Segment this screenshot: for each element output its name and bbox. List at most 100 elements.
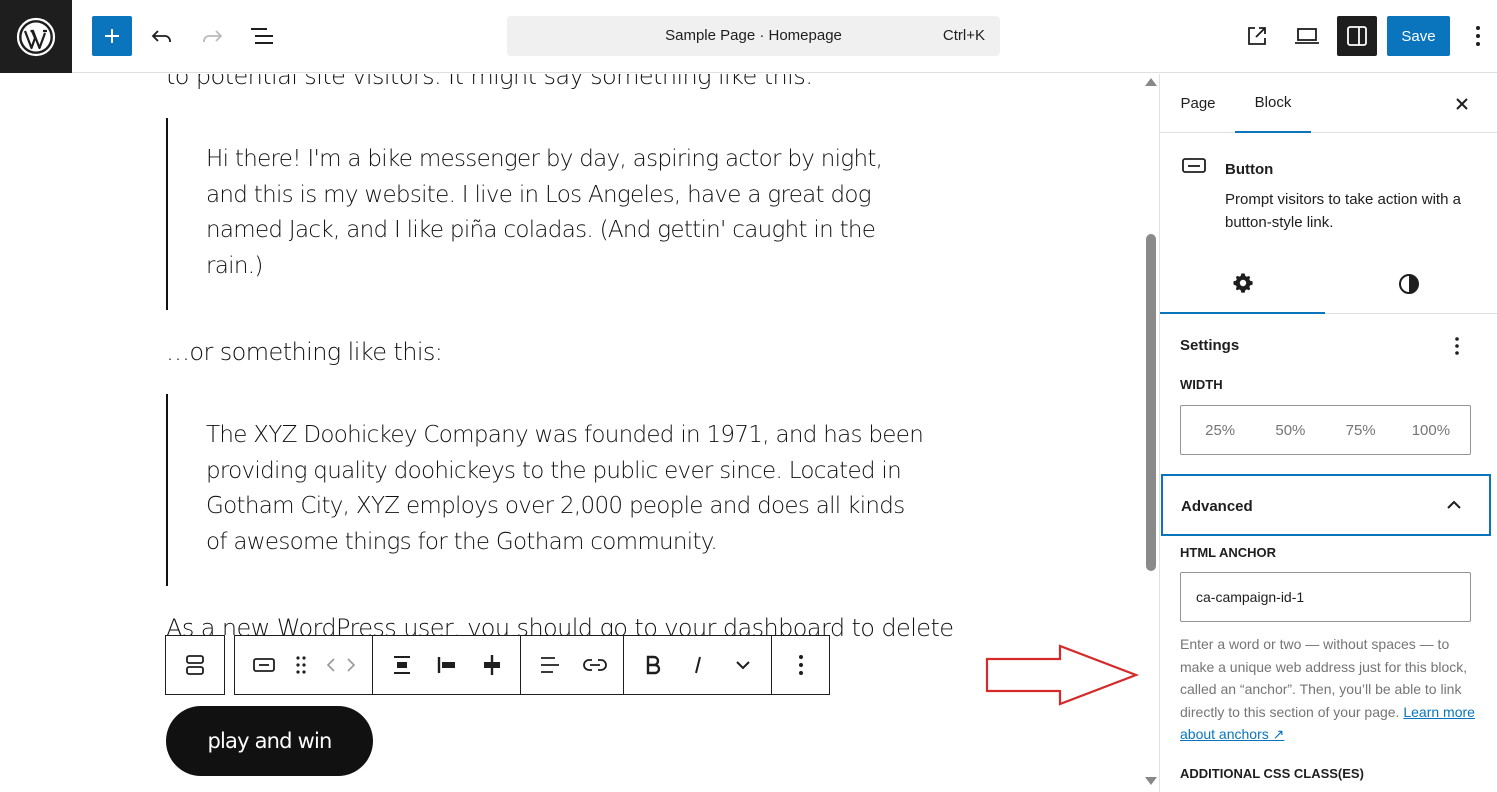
advanced-panel-title: Advanced: [1181, 498, 1253, 515]
quote-line: providing quality doohickeys to the publ…: [206, 457, 902, 484]
html-anchor-label: HTML ANCHOR: [1180, 545, 1277, 560]
scroll-down-arrow[interactable]: [1145, 777, 1157, 785]
save-button[interactable]: Save: [1387, 16, 1450, 56]
list-view-icon: [251, 28, 273, 44]
settings-options-button[interactable]: [1443, 332, 1471, 360]
inspector-tabs: [1160, 254, 1497, 314]
block-type-group: [234, 635, 373, 695]
gear-icon: [1232, 273, 1253, 293]
parent-selector-group: [165, 635, 225, 695]
quote-block[interactable]: The XYZ Doohickey Company was founded in…: [166, 394, 946, 586]
italic-button[interactable]: [675, 643, 720, 688]
advanced-panel-toggle[interactable]: Advanced: [1161, 474, 1491, 536]
block-toolbar: [165, 635, 830, 695]
width-label: WIDTH: [1180, 377, 1223, 392]
button-block[interactable]: play and win: [166, 706, 373, 776]
additional-css-label: ADDITIONAL CSS CLASS(ES): [1180, 766, 1364, 781]
bold-icon: [646, 655, 660, 675]
width-option-25[interactable]: 25%: [1185, 422, 1255, 439]
justify-center-icon: [483, 655, 500, 675]
options-button[interactable]: [1460, 16, 1496, 56]
more-vertical-icon: [1476, 26, 1480, 46]
editor-canvas[interactable]: to potential site visitors. It might say…: [0, 74, 1143, 792]
undo-button[interactable]: [142, 16, 182, 56]
drag-handle-icon: [296, 656, 306, 674]
justify-group: [372, 635, 521, 695]
tab-page[interactable]: Page: [1170, 74, 1226, 133]
settings-panel-title: Settings: [1180, 337, 1240, 354]
more-vertical-icon: [1455, 337, 1459, 355]
html-anchor-input[interactable]: [1180, 572, 1471, 622]
link-button[interactable]: [572, 643, 617, 688]
width-option-50[interactable]: 50%: [1255, 422, 1325, 439]
width-option-75[interactable]: 75%: [1326, 422, 1396, 439]
align-top-icon: [393, 656, 410, 674]
quote-block[interactable]: Hi there! I'm a bike messenger by day, a…: [166, 118, 946, 310]
red-arrow-annotation: [985, 644, 1140, 706]
width-toggle-group: 25% 50% 75% 100%: [1180, 405, 1471, 455]
close-sidebar-button[interactable]: [1448, 90, 1476, 118]
quote-line: Hi there! I'm a bike messenger by day, a…: [206, 146, 883, 172]
more-formats-button[interactable]: [720, 643, 765, 688]
undo-icon: [151, 30, 171, 42]
view-page-button[interactable]: [1237, 16, 1277, 56]
justify-left-icon: [437, 657, 455, 673]
justify-left-button[interactable]: [424, 643, 469, 688]
contrast-icon: [1398, 274, 1419, 294]
tab-block[interactable]: Block: [1235, 74, 1311, 133]
command-palette-bar[interactable]: Sample Page · Homepage Ctrl+K: [507, 16, 1000, 56]
options-group: [771, 635, 830, 695]
block-title: Button: [1225, 161, 1274, 178]
sidebar-icon: [1347, 26, 1367, 46]
quote-line: The XYZ Doohickey Company was founded in…: [206, 422, 924, 448]
link-icon: [582, 659, 607, 671]
select-parent-button[interactable]: [170, 643, 220, 688]
paragraph-block[interactable]: to potential site visitors. It might say…: [166, 74, 813, 94]
settings-sidebar: Page Block Button Prompt visitors to tak…: [1159, 74, 1497, 792]
scroll-up-arrow[interactable]: [1145, 78, 1157, 86]
editor-header: Sample Page · Homepage Ctrl+K Save: [0, 0, 1497, 73]
block-options-button[interactable]: [778, 643, 823, 688]
transform-block-button[interactable]: [241, 643, 286, 688]
bold-button[interactable]: [630, 643, 675, 688]
align-text-button[interactable]: [527, 643, 572, 688]
italic-icon: [694, 656, 701, 674]
desktop-icon: [1295, 28, 1319, 44]
block-description: Prompt visitors to take action with a bu…: [1225, 191, 1461, 231]
settings-toggle-button[interactable]: [1337, 16, 1377, 56]
move-left-right-icon: [326, 658, 356, 672]
quote-line: rain.): [206, 252, 263, 279]
preview-button[interactable]: [1287, 16, 1327, 56]
move-arrows[interactable]: [316, 643, 366, 688]
quote-line: and this is my website. I live in Los An…: [206, 181, 872, 208]
paragraph-block[interactable]: …or something like this:: [166, 334, 443, 370]
format-group: [623, 635, 772, 695]
redo-icon: [203, 30, 223, 42]
shortcut-hint: Ctrl+K: [942, 27, 985, 44]
chevron-down-icon: [735, 661, 750, 670]
document-overview-button[interactable]: [242, 16, 282, 56]
html-anchor-help: Enter a word or two — without spaces — t…: [1180, 633, 1475, 746]
canvas-scrollbar[interactable]: [1143, 74, 1159, 792]
scroll-thumb[interactable]: [1146, 234, 1156, 571]
chevron-up-icon: [1443, 494, 1465, 516]
close-icon: [1456, 98, 1468, 110]
wordpress-logo-icon[interactable]: [0, 0, 72, 73]
external-link-icon: [1248, 27, 1266, 45]
justify-top-button[interactable]: [379, 643, 424, 688]
quote-line: Gotham City, XYZ employs over 2,000 peop…: [206, 493, 905, 519]
redo-button[interactable]: [192, 16, 232, 56]
align-left-icon: [540, 657, 559, 673]
button-block-icon: [1182, 158, 1206, 173]
text-align-group: [520, 635, 624, 695]
plus-icon: [105, 29, 119, 43]
justify-center-button[interactable]: [469, 643, 514, 688]
document-title: Sample Page · Homepage: [665, 27, 842, 44]
add-block-button[interactable]: [92, 16, 132, 56]
tab-settings[interactable]: [1160, 254, 1325, 314]
drag-handle[interactable]: [286, 643, 316, 688]
tab-styles[interactable]: [1326, 254, 1491, 314]
button-block-icon: [252, 658, 275, 672]
width-option-100[interactable]: 100%: [1396, 422, 1466, 439]
sidebar-tabs: Page Block: [1160, 74, 1497, 133]
